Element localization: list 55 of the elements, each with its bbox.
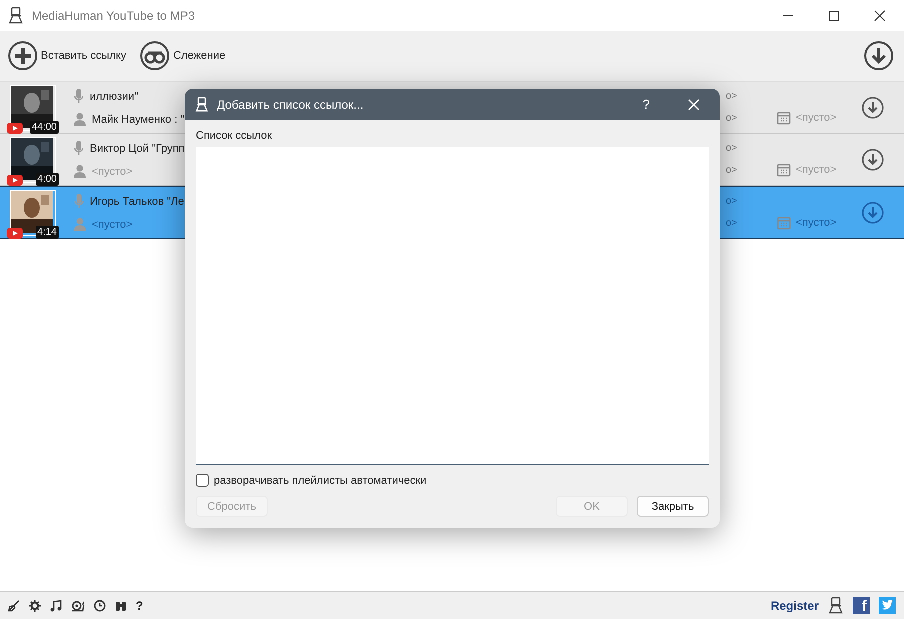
calendar-icon <box>777 110 791 124</box>
checkbox[interactable] <box>196 474 209 487</box>
download-icon[interactable] <box>862 96 884 118</box>
date-field-text: <пусто> <box>796 164 837 176</box>
duration-label: 44:00 <box>30 120 59 134</box>
facebook-button[interactable]: f <box>853 597 870 614</box>
app-logo-icon[interactable] <box>828 596 844 614</box>
calendar-icon <box>777 216 791 230</box>
dialog-title: Добавить список ссылок... <box>217 98 364 112</box>
duration-label: 4:00 <box>36 172 59 186</box>
duration-label: 4:14 <box>36 226 59 238</box>
artist-name: <пусто> <box>92 166 133 178</box>
date-field-text: <пусто> <box>796 216 837 228</box>
window-title: MediaHuman YouTube to MP3 <box>32 8 195 22</box>
music-note-icon[interactable] <box>50 600 62 612</box>
calendar-icon <box>777 162 791 176</box>
links-input-field[interactable] <box>196 147 709 465</box>
microphone-icon <box>74 89 84 104</box>
app-logo-icon <box>8 6 24 24</box>
dialog-button[interactable]: Закрыть <box>637 496 709 517</box>
plus-icon[interactable] <box>8 41 38 71</box>
close-icon[interactable] <box>874 10 886 22</box>
genre-field-text: о> <box>726 165 738 176</box>
binoculars-icon[interactable] <box>115 600 127 612</box>
date-field-text: <пусто> <box>796 112 837 124</box>
clock-icon[interactable] <box>94 600 106 612</box>
album-field-text: о> <box>726 143 738 154</box>
album-field-text: о> <box>726 196 738 207</box>
broom-icon[interactable] <box>8 600 20 612</box>
settings-icon[interactable] <box>29 600 41 612</box>
person-icon <box>74 113 86 126</box>
maximize-icon[interactable] <box>828 10 840 22</box>
person-icon <box>74 165 86 178</box>
toolbar-button[interactable]: Слежение <box>140 41 226 71</box>
microphone-icon <box>74 141 84 156</box>
register-link[interactable]: Register <box>770 598 819 612</box>
toolbar-button[interactable]: Вставить ссылку <box>8 41 126 71</box>
genre-field-text: о> <box>726 113 738 124</box>
app-logo-icon <box>195 96 209 112</box>
help-link[interactable]: ? <box>136 598 144 612</box>
download-icon[interactable] <box>864 41 894 71</box>
track-title: иллюзии" <box>90 90 138 102</box>
album-field-text: о> <box>726 91 738 102</box>
checkbox-label[interactable]: разворачивать плейлисты автоматически <box>214 474 427 486</box>
microphone-icon <box>74 194 84 209</box>
download-icon[interactable] <box>862 148 884 170</box>
binoculars-icon[interactable] <box>140 41 170 71</box>
bird-icon[interactable] <box>879 597 896 614</box>
genre-field-text: о> <box>726 218 738 229</box>
track-title: Игорь Тальков "Ле <box>90 196 184 208</box>
artist-name: <пусто> <box>92 218 133 230</box>
track-title: Виктор Цой "Групп <box>90 142 185 154</box>
person-icon <box>74 218 86 231</box>
help-button[interactable]: ? <box>642 97 650 112</box>
play-badge-icon <box>7 122 23 134</box>
